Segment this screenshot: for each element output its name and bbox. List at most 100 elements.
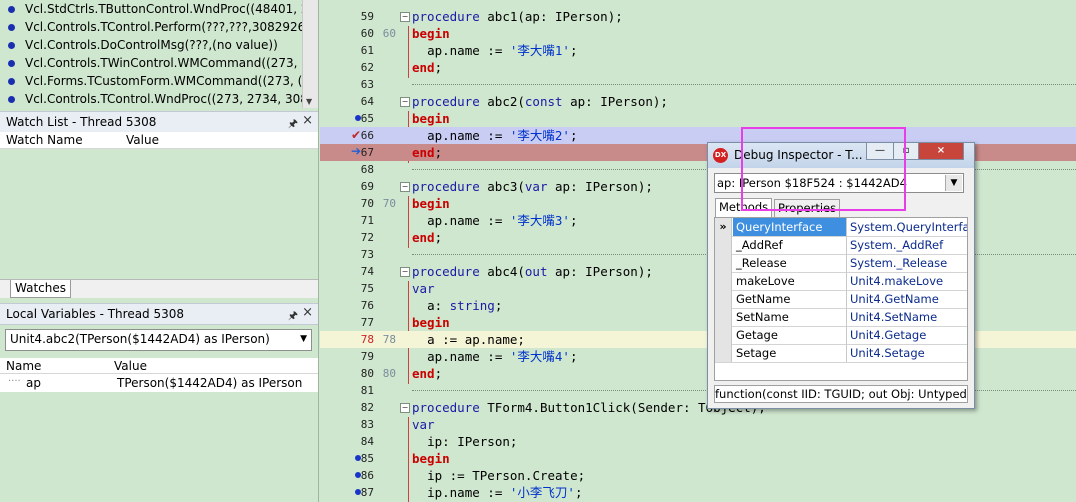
breakpoint-icon[interactable] [355, 115, 361, 121]
fold-toggle-icon[interactable]: − [400, 182, 410, 192]
line-number: 82 [360, 401, 374, 414]
fold-toggle-icon[interactable]: − [400, 97, 410, 107]
call-stack-item[interactable]: Vcl.Forms.TCustomForm.WMCommand((273, ()… [0, 72, 318, 90]
table-row[interactable]: ···· ap TPerson($1442AD4) as IPerson [0, 374, 318, 393]
keyword: procedure [412, 9, 480, 24]
table-row[interactable]: Setage Unit4.Setage [715, 344, 967, 363]
keyword: procedure [412, 264, 480, 279]
scroll-down-arrow-icon[interactable]: ▼ [306, 97, 312, 106]
line-number: 67 [360, 146, 374, 159]
identifier: TPerson [472, 468, 525, 483]
method-name: Getage [733, 326, 847, 344]
punctuation [412, 485, 427, 500]
watch-list-title: Watch List - Thread 5308 [6, 115, 157, 129]
col-header-value[interactable]: Value [114, 359, 147, 373]
line-number: 73 [360, 248, 374, 261]
close-icon[interactable]: × [302, 113, 313, 128]
line-number: 81 [360, 384, 374, 397]
code-line[interactable]: 59 procedure abc1(ap: IPerson); [320, 8, 1076, 25]
punctuation: ; [574, 485, 583, 500]
code-line[interactable]: 87 ip.name := '小李飞刀'; [320, 484, 1076, 501]
fold-toggle-icon[interactable]: − [400, 403, 410, 413]
method-value: Unit4.Getage [850, 328, 927, 342]
chevron-down-icon[interactable]: ▼ [945, 175, 962, 191]
code-text: begin [412, 314, 450, 331]
execution-arrow-icon: ➔ [351, 144, 362, 158]
punctuation: ; [434, 60, 443, 75]
separator [412, 84, 1076, 85]
identifier: ap [427, 213, 443, 228]
code-line[interactable]: 62 end; [320, 59, 1076, 76]
pin-icon[interactable]: 🖈 [288, 307, 298, 326]
keyword: procedure [412, 94, 480, 109]
code-line[interactable]: 60 60 begin [320, 25, 1076, 42]
call-stack-scrollbar[interactable]: ▼ [302, 0, 318, 108]
identifier: ip [427, 468, 443, 483]
table-row[interactable]: Getage Unit4.Getage [715, 326, 967, 345]
call-stack-item[interactable]: Vcl.Controls.TControl.Perform(???,???,30… [0, 18, 318, 36]
identifier: name [449, 349, 480, 364]
code-line[interactable]: 86 ip := TPerson.Create; [320, 467, 1076, 484]
table-row[interactable]: SetName Unit4.SetName [715, 308, 967, 327]
punctuation: ( [630, 400, 638, 415]
row-indicator [715, 272, 732, 290]
close-icon[interactable]: × [918, 143, 964, 160]
breakpoint-icon[interactable] [355, 489, 361, 495]
call-stack-item[interactable]: Vcl.Controls.DoControlMsg(???,(no value)… [0, 36, 318, 54]
punctuation: ); [607, 9, 623, 24]
call-stack-item[interactable]: Vcl.StdCtrls.TButtonControl.WndProc((484… [0, 0, 318, 18]
table-row[interactable]: _Release System._Release [715, 254, 967, 273]
punctuation: 2( [509, 94, 525, 109]
punctuation: . [442, 128, 450, 143]
call-stack-item[interactable]: Vcl.Controls.TControl.WndProc((273, 2734… [0, 90, 318, 108]
keyword: begin [412, 315, 450, 330]
methods-grid[interactable]: »QueryInterfaceSystem.QueryInterface_Add… [714, 217, 968, 381]
identifier: ap [427, 349, 443, 364]
punctuation: : [434, 298, 450, 313]
stack-frame-select[interactable]: Unit4.abc2(TPerson($1442AD4) as IPerson)… [5, 329, 312, 351]
fold-toggle-icon[interactable]: − [400, 267, 410, 277]
highlight-annotation-box [741, 127, 906, 211]
local-vars-title: Local Variables - Thread 5308 [6, 307, 185, 321]
punctuation: 1( [509, 9, 525, 24]
code-line[interactable]: 84 ip: IPerson; [320, 433, 1076, 450]
method-value: Unit4.makeLove [850, 274, 944, 288]
line-number: 77 [360, 316, 374, 329]
identifier: IPerson [585, 179, 638, 194]
col-header-value[interactable]: Value [126, 133, 159, 147]
code-text: end; [412, 144, 442, 161]
line-number: 85 [360, 452, 374, 465]
identifier: IPerson [555, 9, 608, 24]
tab-watches[interactable]: Watches [10, 280, 71, 298]
punctuation: ; [434, 366, 443, 381]
table-row[interactable]: »QueryInterfaceSystem.QueryInterface [715, 218, 967, 237]
table-row[interactable]: makeLove Unit4.makeLove [715, 272, 967, 291]
punctuation: ; [494, 298, 503, 313]
watch-list-body[interactable] [0, 149, 318, 279]
keyword: procedure [412, 400, 480, 415]
call-stack-item[interactable]: Vcl.Controls.TWinControl.WMCommand((273,… [0, 54, 318, 72]
identifier: a [427, 332, 435, 347]
col-header-watch-name[interactable]: Watch Name [6, 133, 83, 147]
breakpoint-check-icon[interactable]: ✔ [351, 128, 361, 142]
breakpoint-icon[interactable] [355, 472, 361, 478]
close-icon[interactable]: × [302, 305, 313, 320]
breakpoint-icon[interactable] [355, 455, 361, 461]
keyword: const [524, 94, 563, 109]
code-text: begin [412, 25, 450, 42]
table-row[interactable]: _AddRef System._AddRef [715, 236, 967, 255]
punctuation [412, 128, 427, 143]
table-row[interactable]: GetName Unit4.GetName [715, 290, 967, 309]
code-line[interactable]: 64 procedure abc2(const ap: IPerson); [320, 93, 1076, 110]
col-header-name[interactable]: Name [6, 359, 41, 373]
method-name: SetName [733, 308, 847, 326]
code-line[interactable]: 61 ap.name := '李大嘴1'; [320, 42, 1076, 59]
keyword: procedure [412, 179, 480, 194]
code-line[interactable]: 65 begin [320, 110, 1076, 127]
punctuation: := [442, 468, 473, 483]
local-vars-body[interactable] [0, 392, 318, 502]
code-line[interactable]: 83 var [320, 416, 1076, 433]
watch-list-title-bar: Watch List - Thread 5308 🖈 × [0, 111, 318, 133]
code-line[interactable]: 85 begin [320, 450, 1076, 467]
fold-toggle-icon[interactable]: − [400, 12, 410, 22]
